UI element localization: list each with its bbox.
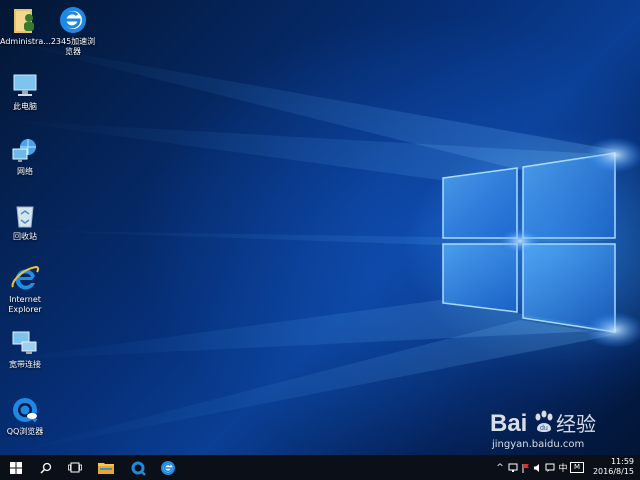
desktop-icon-recycle-bin[interactable]: 回收站 [0, 200, 50, 242]
desktop-icon-network[interactable]: 网络 [0, 135, 50, 177]
clock-date: 2016/8/15 [592, 467, 634, 476]
desktop-icon-label: QQ浏览器 [6, 427, 44, 436]
baidu-logo-icon: Bai du 经验 [490, 410, 596, 437]
flag-notification-icon[interactable] [520, 463, 532, 473]
taskbar-2345-browser[interactable] [154, 455, 182, 480]
desktop-icon-label: Internet Explorer [8, 295, 42, 314]
svg-text:经验: 经验 [556, 412, 596, 436]
file-explorer-icon [98, 463, 114, 474]
volume-icon[interactable] [532, 463, 544, 473]
broadband-connection-icon [10, 328, 40, 358]
wallpaper-window-logo [0, 40, 640, 455]
desktop-icon-2345-browser[interactable]: 2345加速浏 览器 [48, 5, 98, 57]
desktop-icon-this-pc[interactable]: 此电脑 [0, 70, 50, 112]
desktop-icon-internet-explorer[interactable]: Internet Explorer [0, 263, 50, 315]
notification-area: ^ 中 M [494, 455, 584, 480]
search-button[interactable] [32, 455, 60, 480]
qq-browser-icon [131, 461, 146, 476]
desktop-icon-label: 此电脑 [13, 102, 37, 111]
taskbar-file-explorer[interactable] [92, 455, 120, 480]
desktop-icon-label: Administra... [0, 37, 51, 46]
ime-mode-indicator[interactable]: M [570, 462, 584, 473]
svg-text:du: du [540, 425, 548, 432]
computer-icon [10, 70, 40, 100]
qq-browser-icon [10, 395, 40, 425]
svg-text:Bai: Bai [490, 410, 527, 437]
desktop-icon-label: 回收站 [13, 232, 37, 241]
network-status-icon[interactable] [506, 463, 520, 473]
action-center-icon[interactable] [544, 463, 556, 473]
watermark-url: jingyan.baidu.com [492, 439, 585, 450]
taskbar: ^ 中 M 11:59 2016/8/15 [0, 455, 640, 480]
recycle-bin-icon [10, 200, 40, 230]
taskbar-qq-browser[interactable] [124, 455, 152, 480]
ime-language-indicator[interactable]: 中 [556, 461, 570, 474]
desktop-icon-label: 2345加速浏 览器 [50, 37, 96, 56]
taskbar-clock[interactable]: 11:59 2016/8/15 [593, 457, 634, 477]
desktop-icon-broadband-connection[interactable]: 宽带连接 [0, 328, 50, 370]
internet-explorer-icon [10, 263, 40, 293]
2345-browser-icon [58, 5, 88, 35]
desktop-icon-qq-browser[interactable]: QQ浏览器 [0, 395, 50, 437]
2345-browser-icon [161, 460, 175, 475]
show-hidden-icons-chevron[interactable]: ^ [494, 463, 506, 473]
user-folder-icon [10, 5, 40, 35]
task-view-button[interactable] [60, 455, 90, 480]
start-button[interactable] [0, 455, 32, 480]
windows-logo-icon [10, 461, 22, 474]
desktop-icon-label: 宽带连接 [9, 360, 41, 369]
search-icon [40, 462, 52, 474]
desktop-icon-administrator[interactable]: Administra... [0, 5, 51, 47]
network-icon [10, 135, 40, 165]
desktop-wallpaper: Administra... 2345加速浏 览器 此电脑 网络 回收站 Inte… [0, 0, 640, 455]
clock-time: 11:59 [610, 457, 634, 466]
baidu-jingyan-watermark: Bai du 经验 jingyan.baidu.com [488, 403, 638, 453]
desktop-icon-label: 网络 [17, 167, 33, 176]
task-view-icon [68, 462, 82, 473]
